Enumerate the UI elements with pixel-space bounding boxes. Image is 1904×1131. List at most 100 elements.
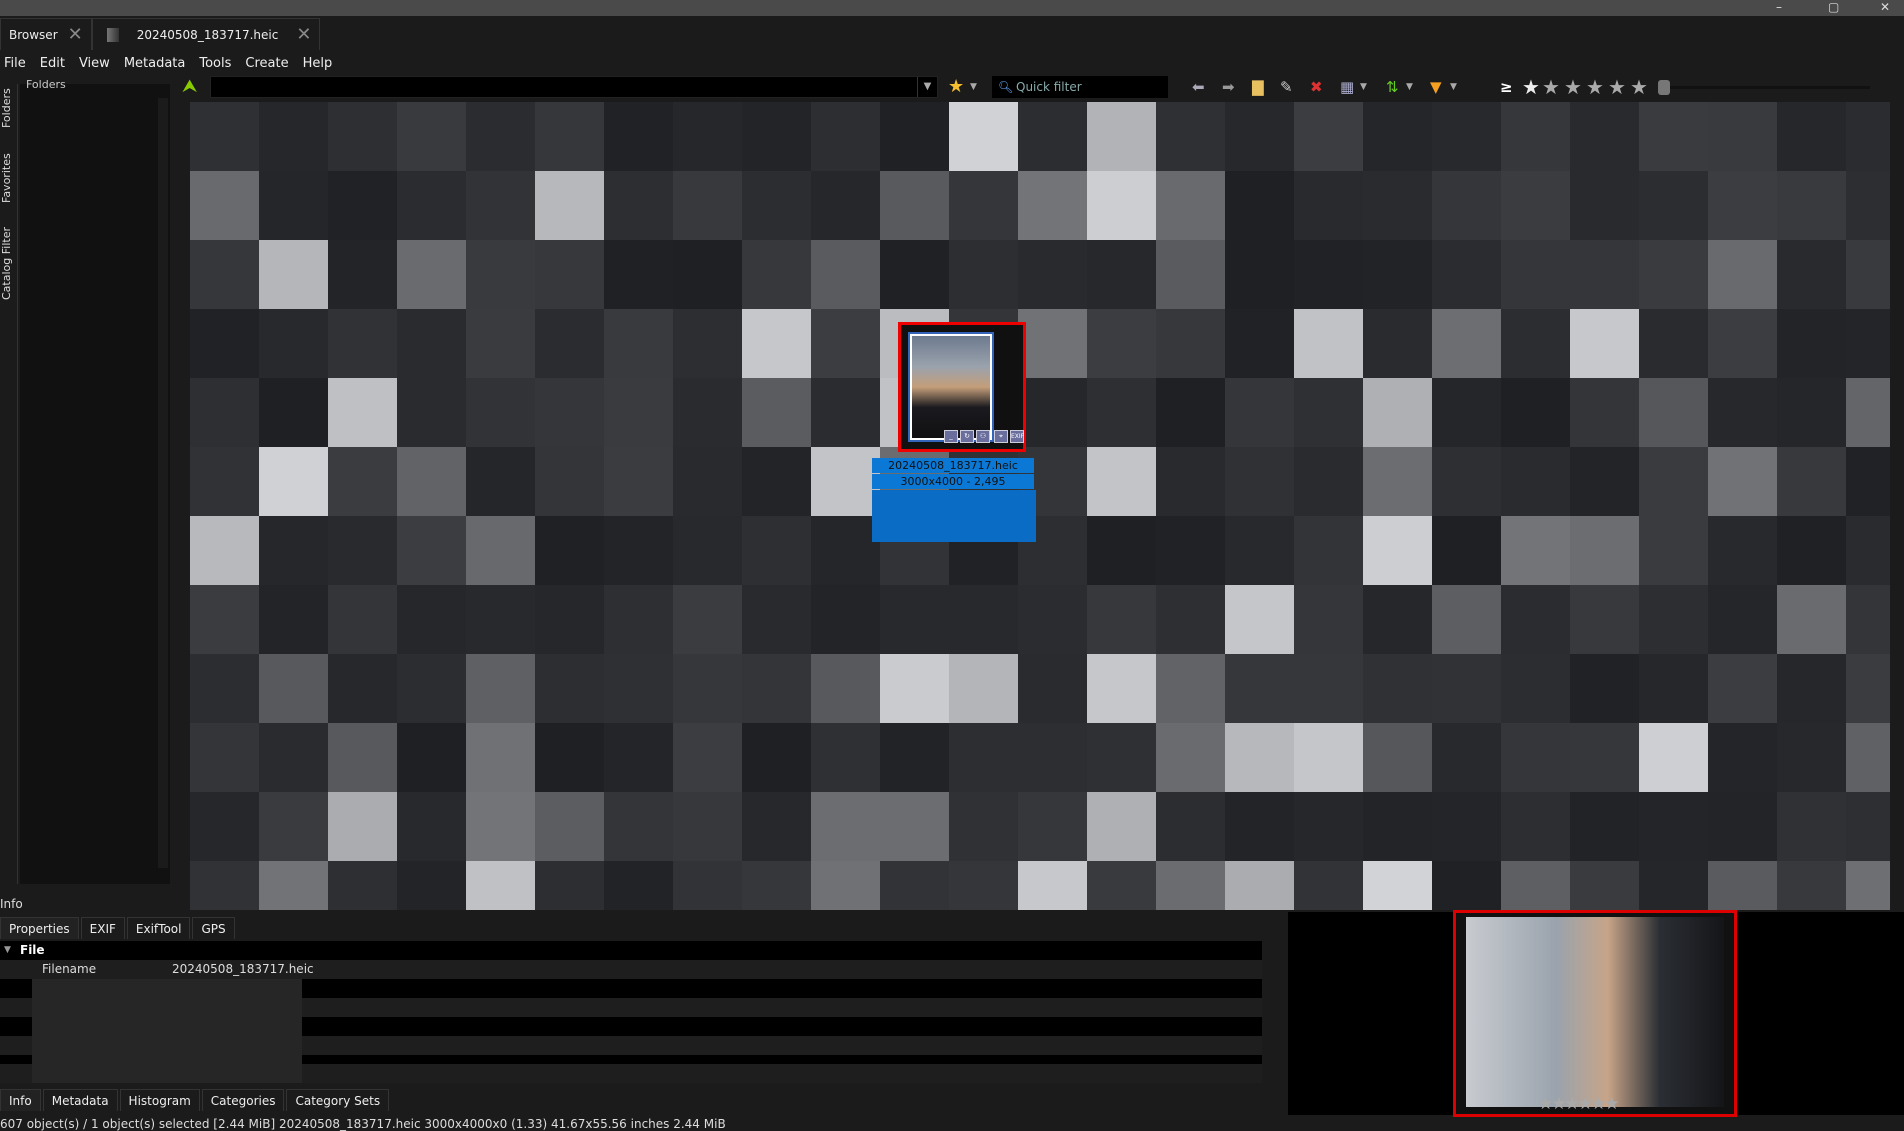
edit-icon[interactable]: ✎ — [1280, 76, 1293, 98]
blurred-thumbnail-block — [259, 654, 328, 723]
chevron-down-icon[interactable]: ▼ — [1406, 76, 1413, 98]
blurred-thumbnail-block — [1570, 585, 1639, 654]
blurred-thumbnail-block — [1777, 240, 1846, 309]
tab-metadata[interactable]: Metadata — [42, 1089, 118, 1111]
folders-scrollbar[interactable] — [158, 98, 168, 868]
rating-star-3[interactable]: ★ — [1586, 76, 1604, 98]
path-input[interactable]: ▼ — [210, 76, 938, 98]
blurred-thumbnail-block — [1570, 447, 1639, 516]
thumbnail-image — [908, 332, 994, 442]
menu-file[interactable]: File — [4, 56, 26, 71]
blurred-thumbnail-block — [604, 447, 673, 516]
blurred-thumbnail-block — [328, 723, 397, 792]
blurred-thumbnail-block — [880, 723, 949, 792]
blurred-thumbnail-block — [1639, 516, 1708, 585]
tab-exiftool[interactable]: ExifTool — [126, 917, 191, 939]
file-thumbnail-icon — [106, 27, 119, 42]
rotate-overlay-icon: ↻ — [960, 430, 974, 443]
back-arrow-icon[interactable]: ⬅ — [1192, 76, 1205, 98]
rating-star-4[interactable]: ★ — [1608, 76, 1626, 98]
close-tab-icon[interactable]: ✕ — [296, 24, 311, 45]
property-row[interactable]: Filename 20240508_183717.heic — [0, 960, 1262, 979]
menu-create[interactable]: Create — [245, 56, 288, 71]
sidebar-tab-folders[interactable]: Folders — [0, 86, 18, 130]
tab-label: Browser — [9, 27, 58, 42]
forward-arrow-icon[interactable]: ➡ — [1222, 76, 1235, 98]
close-window-button[interactable]: ✕ — [1880, 0, 1890, 14]
sidebar-tab-favorites[interactable]: Favorites — [0, 150, 18, 206]
toolbar: ⮝ ▼ ★ ▼ 🔍︎ Quick filter ⬅ ➡ ▇ ✎ ✖ ▦ ▼ ⇅ … — [180, 76, 1904, 100]
blurred-thumbnail-block — [1087, 861, 1156, 910]
menu-edit[interactable]: Edit — [40, 56, 65, 71]
blurred-thumbnail-block — [1156, 447, 1225, 516]
blurred-thumbnail-block — [1363, 585, 1432, 654]
chevron-down-icon[interactable]: ▼ — [917, 77, 937, 97]
blurred-thumbnail-block — [742, 309, 811, 378]
chevron-down-icon[interactable]: ▼ — [970, 76, 977, 98]
blurred-thumbnail-block — [1846, 654, 1890, 723]
tab-exif[interactable]: EXIF — [80, 917, 125, 939]
delete-icon[interactable]: ✖ — [1310, 76, 1323, 98]
tab-info[interactable]: Info — [0, 1089, 41, 1111]
blurred-thumbnail-block — [397, 723, 466, 792]
menu-metadata[interactable]: Metadata — [124, 56, 186, 71]
tab-histogram[interactable]: Histogram — [119, 1089, 200, 1111]
blurred-thumbnail-block — [1018, 171, 1087, 240]
tab-browser[interactable]: Browser ✕ — [0, 18, 92, 50]
blurred-thumbnail-block — [742, 654, 811, 723]
blurred-thumbnail-block — [1639, 654, 1708, 723]
favorites-star-icon[interactable]: ★ — [948, 76, 964, 98]
sort-icon[interactable]: ⇅ — [1386, 76, 1399, 98]
view-grid-icon[interactable]: ▦ — [1340, 76, 1354, 98]
properties-scrollbar[interactable] — [1264, 941, 1276, 1083]
blurred-thumbnail-block — [1294, 378, 1363, 447]
preview-rating-stars[interactable]: ★★★★★★ — [1538, 1094, 1619, 1114]
blurred-thumbnail-block — [1846, 516, 1890, 585]
filter-icon[interactable]: ▼ — [1430, 76, 1442, 98]
blurred-thumbnail-block — [811, 171, 880, 240]
close-tab-icon[interactable]: ✕ — [68, 24, 83, 45]
tab-category-sets[interactable]: Category Sets — [286, 1089, 390, 1111]
group-row-file[interactable]: ▼ File — [0, 941, 1262, 960]
expand-icon[interactable]: ▼ — [4, 941, 11, 960]
folder-icon[interactable]: ▇ — [1252, 76, 1264, 98]
blurred-thumbnail-block — [811, 240, 880, 309]
tab-image-file[interactable]: 20240508_183717.heic ✕ — [91, 18, 321, 50]
thumbnail-grid[interactable] — [190, 102, 1890, 910]
rating-ge-toggle[interactable]: ≥ — [1500, 76, 1513, 98]
maximize-button[interactable]: ▢ — [1828, 0, 1839, 14]
blurred-thumbnail-block — [1708, 585, 1777, 654]
chevron-down-icon[interactable]: ▼ — [1360, 76, 1367, 98]
quick-filter-input[interactable]: 🔍︎ Quick filter — [992, 76, 1168, 98]
rating-star-5[interactable]: ★ — [1630, 76, 1648, 98]
blurred-thumbnail-block — [1777, 516, 1846, 585]
preview-image-frame[interactable]: ★★★★★★ — [1453, 910, 1737, 1117]
blurred-thumbnail-block — [397, 309, 466, 378]
blurred-thumbnail-block — [1708, 378, 1777, 447]
up-folder-icon[interactable]: ⮝ — [182, 76, 197, 98]
blurred-thumbnail-block — [1363, 516, 1432, 585]
blurred-thumbnail-block — [1087, 723, 1156, 792]
rating-star-0[interactable]: ★ — [1522, 76, 1540, 98]
chevron-down-icon[interactable]: ▼ — [1450, 76, 1457, 98]
tab-properties[interactable]: Properties — [0, 917, 79, 939]
rating-star-1[interactable]: ★ — [1542, 76, 1560, 98]
tab-gps[interactable]: GPS — [192, 917, 235, 939]
info-panel-title: Info — [0, 897, 23, 911]
selected-thumbnail[interactable]: _ ↻ ⚇ ⌖ EXIF — [898, 322, 1026, 452]
thumbnail-size-slider[interactable] — [1658, 80, 1870, 95]
blurred-thumbnail-block — [1087, 309, 1156, 378]
tab-categories[interactable]: Categories — [201, 1089, 285, 1111]
blurred-thumbnail-block — [949, 102, 1018, 171]
blurred-thumbnail-block — [1432, 723, 1501, 792]
blurred-thumbnail-block — [1225, 171, 1294, 240]
rating-star-2[interactable]: ★ — [1564, 76, 1582, 98]
slider-handle[interactable] — [1658, 80, 1670, 95]
sidebar-tab-catalog-filter[interactable]: Catalog Filter — [0, 224, 18, 304]
menu-help[interactable]: Help — [303, 56, 333, 71]
blurred-thumbnail-block — [535, 171, 604, 240]
menu-view[interactable]: View — [79, 56, 110, 71]
menu-tools[interactable]: Tools — [199, 56, 231, 71]
info-tabs: Properties EXIF ExifTool GPS — [0, 917, 237, 939]
minimize-button[interactable]: – — [1776, 0, 1782, 14]
